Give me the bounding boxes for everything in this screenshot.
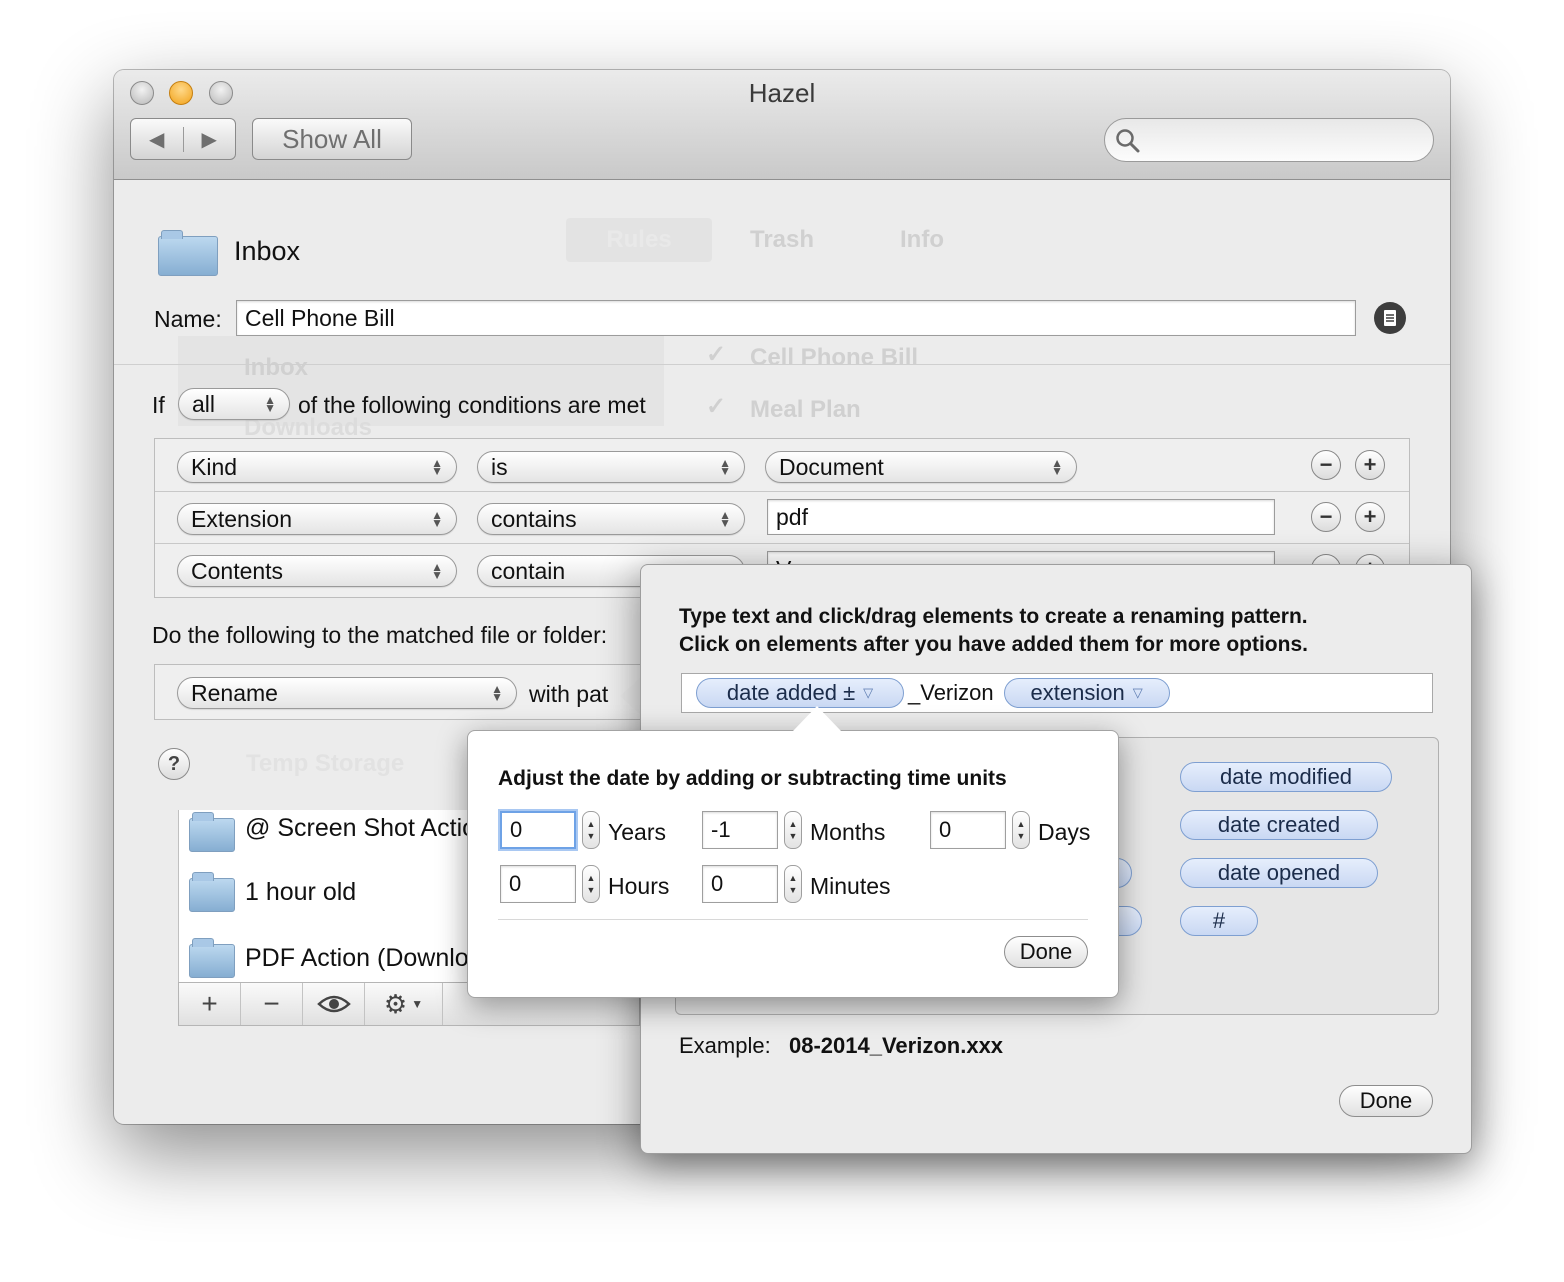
chevron-down-icon: ▽ [863,685,874,700]
ghost-folder-temp: Temp Storage [246,750,405,777]
years-label: Years [608,819,666,845]
folder-icon [189,812,235,852]
months-label: Months [810,819,886,845]
row-divider [155,543,1409,544]
ghost-tab-rules: Rules [566,218,712,262]
folder-item[interactable]: PDF Action (Downlo [245,944,469,973]
chevron-down-icon: ▼ [411,997,424,1011]
remove-condition-button[interactable]: − [1311,450,1341,480]
months-stepper[interactable]: ▲ ▼ [784,811,802,849]
gear-menu-button[interactable]: ⚙ ▼ [365,983,443,1025]
popover-pointer [793,706,841,731]
sheet-instructions: Type text and click/drag elements to cre… [679,605,1308,656]
hours-label: Hours [608,873,670,899]
search-icon [1116,129,1140,153]
minutes-label: Minutes [810,873,891,899]
condition-operator-popup[interactable]: is ▲ ▼ [477,451,745,483]
notes-button[interactable] [1374,302,1406,334]
sheet-done-button[interactable]: Done [1339,1085,1433,1117]
window-title: Hazel [748,78,816,108]
ghost-tab-trash: Trash [750,226,815,253]
gear-icon: ⚙ [383,988,408,1019]
element-counter[interactable]: # [1180,906,1258,936]
folder-item[interactable]: 1 hour old [245,878,356,907]
example-value: 08-2014_Verizon.xxx [789,1033,1004,1058]
date-added-token[interactable]: date added ± ▽ [696,678,904,708]
row-divider [155,491,1409,492]
years-stepper[interactable]: ▲ ▼ [582,811,600,849]
chevron-down-icon: ▽ [1132,685,1143,700]
forward-button[interactable]: ▶ [184,127,236,152]
example-label: Example: [679,1033,771,1058]
date-adjust-popover: Adjust the date by adding or subtracting… [467,730,1119,998]
back-forward-control: ◀ ▶ [130,118,236,160]
popup-arrows-icon: ▲▼ [719,456,731,478]
remove-folder-button[interactable]: − [241,983,303,1025]
popover-done-button[interactable]: Done [1004,936,1088,968]
if-label: If [152,392,165,418]
popup-arrows-icon: ▲▼ [431,456,443,478]
ghost-rule-1: Cell Phone Bill [750,344,919,371]
name-label: Name: [154,306,222,332]
ghost-rule-2: Meal Plan [750,396,861,423]
pattern-text: _Verizon [908,680,994,705]
condition-attribute-popup[interactable]: Contents ▲ ▼ [177,555,457,587]
popup-arrows-icon: ▲▼ [491,682,503,704]
document-icon [1384,310,1396,326]
hours-input[interactable]: 0 [500,865,576,903]
eye-icon [316,995,351,1013]
condition-value-popup[interactable]: Document ▲ ▼ [765,451,1077,483]
days-label: Days [1038,819,1091,845]
years-input[interactable]: 0 [500,811,576,849]
element-date-opened[interactable]: date opened [1180,858,1378,888]
days-stepper[interactable]: ▲ ▼ [1012,811,1030,849]
folder-icon [158,230,218,276]
popup-arrows-icon: ▲▼ [264,393,276,415]
separator [498,919,1088,920]
popup-arrows-icon: ▲▼ [431,508,443,530]
ghost-check-icon: ✓ [706,393,727,420]
minutes-stepper[interactable]: ▲ ▼ [784,865,802,903]
popover-title: Adjust the date by adding or subtracting… [498,767,1007,790]
match-all-popup[interactable]: all ▲ ▼ [178,388,290,420]
popup-arrows-icon: ▲▼ [431,560,443,582]
condition-attribute-popup[interactable]: Extension ▲ ▼ [177,503,457,535]
element-date-modified[interactable]: date modified [1180,762,1392,792]
actions-label: Do the following to the matched file or … [152,622,608,648]
hours-stepper[interactable]: ▲ ▼ [582,865,600,903]
help-button[interactable]: ? [158,748,190,780]
eye-button[interactable] [303,983,365,1025]
with-pattern-label: with pat [529,681,609,707]
folder-title: Inbox [234,236,301,266]
folder-icon [189,938,235,978]
extension-token[interactable]: extension ▽ [1003,678,1170,708]
show-all-button[interactable]: Show All [252,118,412,160]
search-field[interactable] [1104,118,1434,162]
title-bar: Hazel ◀ ▶ Show All [114,70,1450,180]
element-date-created[interactable]: date created [1180,810,1378,840]
add-condition-button[interactable]: + [1355,502,1385,532]
separator [114,364,1450,365]
months-input[interactable]: -1 [702,811,778,849]
rule-name-input[interactable]: Cell Phone Bill [236,300,1356,336]
ghost-tab-info: Info [900,226,944,253]
folder-icon [189,872,235,912]
add-condition-button[interactable]: + [1355,450,1385,480]
sheet-pointer [620,676,642,716]
action-popup[interactable]: Rename ▲ ▼ [177,677,517,709]
add-folder-button[interactable]: + [179,983,241,1025]
minutes-input[interactable]: 0 [702,865,778,903]
days-input[interactable]: 0 [930,811,1006,849]
popup-arrows-icon: ▲▼ [719,508,731,530]
conditions-suffix: of the following conditions are met [298,392,646,418]
condition-operator-popup[interactable]: contains ▲ ▼ [477,503,745,535]
condition-value-input[interactable]: pdf [767,499,1275,535]
back-button[interactable]: ◀ [131,126,184,152]
remove-condition-button[interactable]: − [1311,502,1341,532]
folder-item[interactable]: @ Screen Shot Actio [245,814,476,843]
condition-attribute-popup[interactable]: Kind ▲ ▼ [177,451,457,483]
popup-arrows-icon: ▲▼ [1051,456,1063,478]
